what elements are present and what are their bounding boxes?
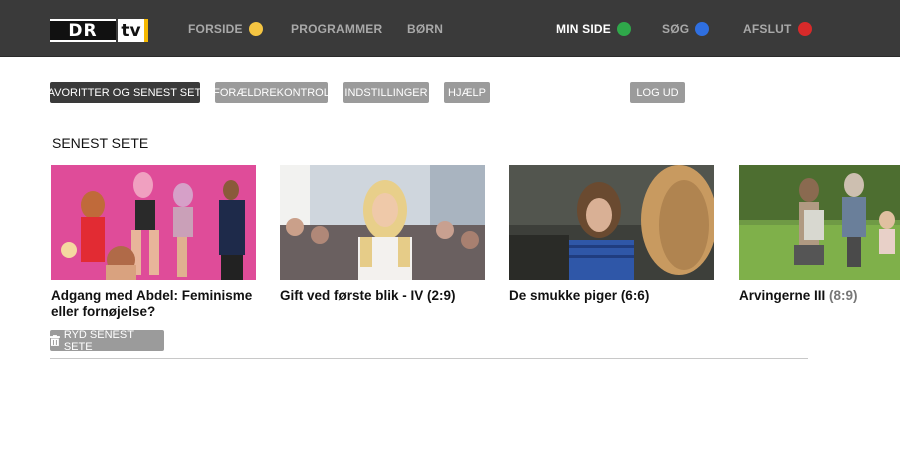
program-title-text: Gift ved første blik - IV [280,288,424,303]
nav-sog[interactable]: SØG [662,0,710,57]
nav-programmer-label: PROGRAMMER [291,21,383,36]
trash-icon [50,335,60,346]
favorites-recent-button[interactable]: FAVORITTER OG SENEST SETE [41,82,209,103]
divider [50,358,808,359]
program-thumbnail [280,165,485,280]
nav-forside-label: FORSIDE [188,21,243,36]
logo-dr-part: DR [50,19,116,42]
program-episode: (2:9) [427,288,456,303]
help-button[interactable]: HJÆLP [444,82,490,103]
dr-tv-logo[interactable]: DR tv [50,19,148,42]
logout-button[interactable]: LOG UD [630,82,685,103]
program-title: Adgang med Abdel: Feminisme eller fornøj… [51,288,256,320]
nav-afslut-label: AFSLUT [743,21,792,36]
blue-dot-icon [695,21,710,36]
nav-born-label: BØRN [407,21,444,36]
program-title-text: De smukke piger [509,288,618,303]
program-episode: (6:6) [620,288,650,303]
program-title-text: Adgang med Abdel: Feminisme eller fornøj… [51,288,253,319]
program-card[interactable]: Adgang med Abdel: Feminisme eller fornøj… [51,165,256,320]
program-title: Gift ved første blik - IV (2:9) [280,288,485,304]
program-thumbnail [739,165,900,280]
program-card[interactable]: Gift ved første blik - IV (2:9) [280,165,485,304]
program-title: Arvingerne III (8:9) [739,288,900,304]
settings-button[interactable]: INDSTILLINGER [343,82,429,103]
program-card[interactable]: De smukke piger (6:6) [509,165,714,304]
program-episode: (8:9) [829,288,858,303]
logo-dr-text: DR [68,20,98,41]
clear-recent-button[interactable]: RYD SENEST SETE [50,328,164,353]
nav-min-side[interactable]: MIN SIDE [556,0,631,57]
parental-control-button[interactable]: FORÆLDREKONTROL [213,82,330,103]
green-dot-icon [616,21,631,36]
nav-programmer[interactable]: PROGRAMMER [291,0,382,57]
red-dot-icon [797,21,812,36]
program-card[interactable]: Arvingerne III (8:9) [739,165,900,304]
clear-recent-label: RYD SENEST SETE [63,328,134,353]
nav-forside[interactable]: FORSIDE [188,0,263,57]
logo-tv-text: tv [118,19,148,42]
program-thumbnail [51,165,256,280]
top-navigation-bar: DR tv FORSIDE PROGRAMMER BØRN MIN SIDE S… [0,0,900,57]
program-title: De smukke piger (6:6) [509,288,714,304]
nav-min-side-label: MIN SIDE [556,21,611,36]
yellow-dot-icon [248,21,263,36]
nav-sog-label: SØG [662,21,690,36]
section-title: SENEST SETE [52,135,149,151]
nav-afslut[interactable]: AFSLUT [743,0,812,57]
program-thumbnail [509,165,714,280]
nav-born[interactable]: BØRN [407,0,443,57]
program-title-text: Arvingerne III [739,288,826,303]
